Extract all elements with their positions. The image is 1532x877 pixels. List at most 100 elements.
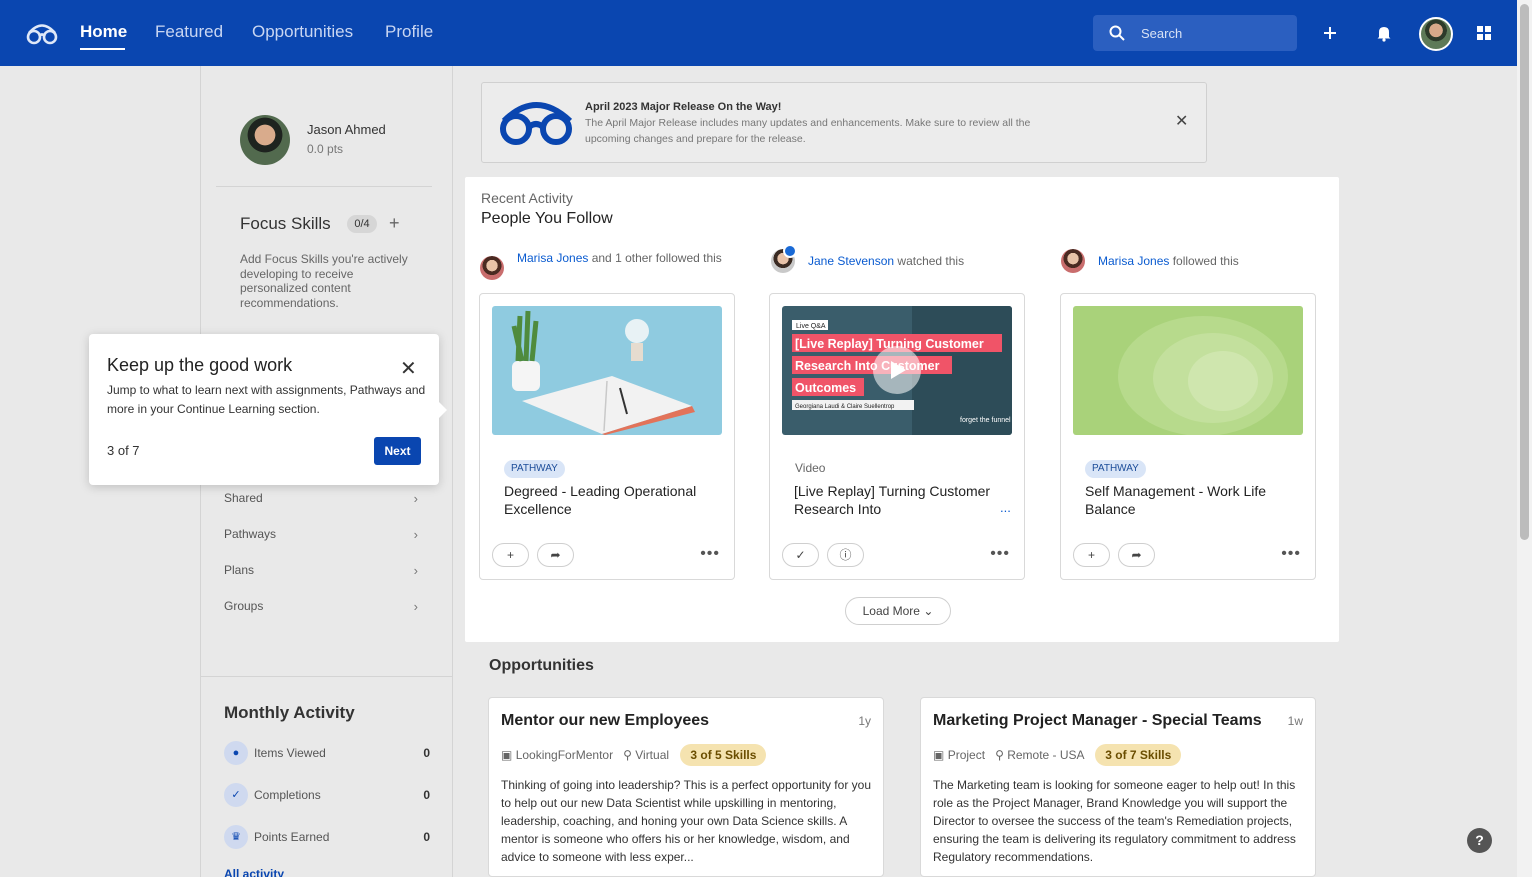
share-button[interactable]: ➦ (1118, 543, 1155, 567)
profile-name[interactable]: Jason Ahmed (307, 122, 386, 137)
opportunity-age: 1y (858, 714, 871, 728)
nav-link-profile[interactable]: Profile (385, 22, 433, 42)
degreed-glasses-logo-icon (500, 102, 573, 145)
content-card[interactable]: Live Q&A [Live Replay] Turning Customer … (769, 293, 1025, 580)
opportunity-meta: ▣ LookingForMentor ⚲ Virtual 3 of 5 Skil… (501, 744, 767, 766)
chevron-down-icon: ⌄ (923, 604, 934, 618)
follower-avatar[interactable] (480, 256, 504, 280)
person-link[interactable]: Marisa Jones (517, 251, 588, 265)
search-input[interactable] (1141, 23, 1281, 43)
briefcase-icon: ▣ (501, 748, 513, 762)
person-link[interactable]: Marisa Jones (1098, 254, 1169, 268)
close-icon[interactable]: ✕ (1175, 111, 1188, 131)
opportunity-title[interactable]: Mentor our new Employees (501, 712, 709, 730)
nav-link-home[interactable]: Home (80, 22, 127, 42)
video-thumbnail[interactable]: Live Q&A [Live Replay] Turning Customer … (782, 306, 1012, 435)
more-options-icon[interactable]: ••• (700, 545, 720, 563)
content-card[interactable]: PATHWAY Degreed - Leading Operational Ex… (479, 293, 735, 580)
opportunity-description: The Marketing team is looking for someon… (933, 778, 1296, 864)
sidebar-item-plans[interactable]: Plans › (224, 563, 420, 581)
more-options-icon[interactable]: ••• (990, 545, 1010, 563)
profile-avatar[interactable] (240, 115, 290, 165)
user-avatar[interactable] (1419, 17, 1453, 51)
apps-grid-icon[interactable] (1474, 23, 1494, 43)
content-type-badge: PATHWAY (504, 460, 565, 478)
sidebar-item-groups[interactable]: Groups › (224, 599, 420, 617)
opportunity-location: Remote - USA (1007, 748, 1084, 762)
share-button[interactable]: ➦ (537, 543, 574, 567)
card-thumbnail[interactable] (1073, 306, 1303, 435)
scrollbar-thumb[interactable] (1520, 4, 1529, 540)
bell-icon[interactable] (1374, 23, 1394, 43)
opportunity-card[interactable]: Mentor our new Employees 1y ▣ LookingFor… (488, 697, 884, 877)
stat-label: Items Viewed (254, 746, 326, 760)
close-icon[interactable]: ✕ (400, 356, 417, 381)
stat-value: 0 (423, 746, 430, 760)
focus-skills-title: Focus Skills (240, 214, 331, 233)
follower-avatar[interactable] (1061, 249, 1085, 273)
content-card[interactable]: PATHWAY Self Management - Work Life Bala… (1060, 293, 1316, 580)
video-credits: Georgiana Laudi & Claire Suellentrop (795, 404, 895, 410)
top-navigation-bar: Home Featured Opportunities Profile (0, 0, 1517, 66)
chevron-right-icon: › (413, 599, 418, 614)
sidebar-divider (216, 186, 432, 187)
mark-complete-button[interactable]: ✓ (782, 543, 819, 567)
card-thumbnail[interactable] (492, 306, 722, 435)
trophy-icon: ♛ (224, 825, 248, 849)
eye-icon: ● (224, 741, 248, 765)
location-pin-icon: ⚲ (995, 748, 1004, 762)
card-title[interactable]: [Live Replay] Turning Customer Research … (794, 482, 1000, 518)
popover-text: Jump to what to learn next with assignme… (107, 383, 426, 416)
opportunity-card[interactable]: Marketing Project Manager - Special Team… (920, 697, 1316, 877)
add-button[interactable]: + (492, 543, 529, 567)
next-button[interactable]: Next (374, 437, 421, 465)
degreed-logo-icon[interactable] (26, 20, 58, 46)
check-icon: ✓ (224, 783, 248, 807)
video-title-line: Outcomes (795, 381, 856, 395)
info-button[interactable]: ⓘ (827, 543, 864, 567)
onboarding-popover: Keep up the good work ✕ Jump to what to … (89, 334, 447, 485)
add-focus-skill-icon[interactable]: + (389, 213, 400, 234)
graduation-cap-icon (783, 244, 797, 258)
sidebar-item-label: Shared (224, 491, 263, 505)
nav-link-opportunities[interactable]: Opportunities (252, 22, 353, 42)
help-button[interactable]: ? (1467, 828, 1492, 853)
card-title[interactable]: Degreed - Leading Operational Excellence (504, 482, 710, 518)
video-badge-text: Live Q&A (796, 323, 826, 330)
briefcase-icon: ▣ (933, 748, 945, 762)
content-type-badge: PATHWAY (1085, 460, 1146, 478)
person-link[interactable]: Jane Stevenson (808, 254, 894, 268)
stat-points-earned: ♛ Points Earned 0 (224, 825, 430, 849)
more-options-icon[interactable]: ••• (1281, 545, 1301, 563)
feed-action-text: followed this (1169, 254, 1239, 268)
page-scrollbar[interactable] (1517, 0, 1532, 877)
opportunity-type: Project (947, 748, 986, 762)
stat-value: 0 (423, 788, 430, 802)
plus-icon[interactable] (1320, 23, 1340, 43)
opportunity-type: LookingForMentor (515, 748, 614, 762)
opportunity-title[interactable]: Marketing Project Manager - Special Team… (933, 712, 1262, 730)
recent-activity-panel: Recent Activity People You Follow Marisa… (465, 177, 1339, 642)
opportunities-section-title: Opportunities (489, 657, 594, 674)
sidebar-item-pathways[interactable]: Pathways › (224, 527, 420, 545)
monthly-activity-title: Monthly Activity (224, 703, 355, 722)
banner-text: The April Major Release includes many up… (585, 117, 1031, 145)
card-title[interactable]: Self Management - Work Life Balance (1085, 482, 1291, 518)
all-activity-link[interactable]: All activity (224, 867, 284, 877)
release-banner: April 2023 Major Release On the Way! The… (481, 82, 1207, 163)
add-button[interactable]: + (1073, 543, 1110, 567)
load-more-button[interactable]: Load More ⌄ (845, 597, 951, 625)
feed-header: Marisa Jones and 1 other followed this (517, 249, 727, 267)
sidebar-item-shared[interactable]: Shared › (224, 491, 420, 509)
popover-title: Keep up the good work (107, 355, 293, 375)
focus-skills-count-badge: 0/4 (347, 215, 377, 233)
location-pin-icon: ⚲ (623, 748, 632, 762)
feed-action-text: and 1 other followed this (588, 251, 722, 265)
stat-label: Completions (254, 788, 321, 802)
banner-title: April 2023 Major Release On the Way! (585, 101, 782, 113)
search-box[interactable] (1093, 15, 1297, 51)
skills-match-badge: 3 of 5 Skills (680, 744, 767, 766)
stat-label: Points Earned (254, 830, 330, 844)
stat-items-viewed: ● Items Viewed 0 (224, 741, 430, 765)
nav-link-featured[interactable]: Featured (155, 22, 223, 42)
